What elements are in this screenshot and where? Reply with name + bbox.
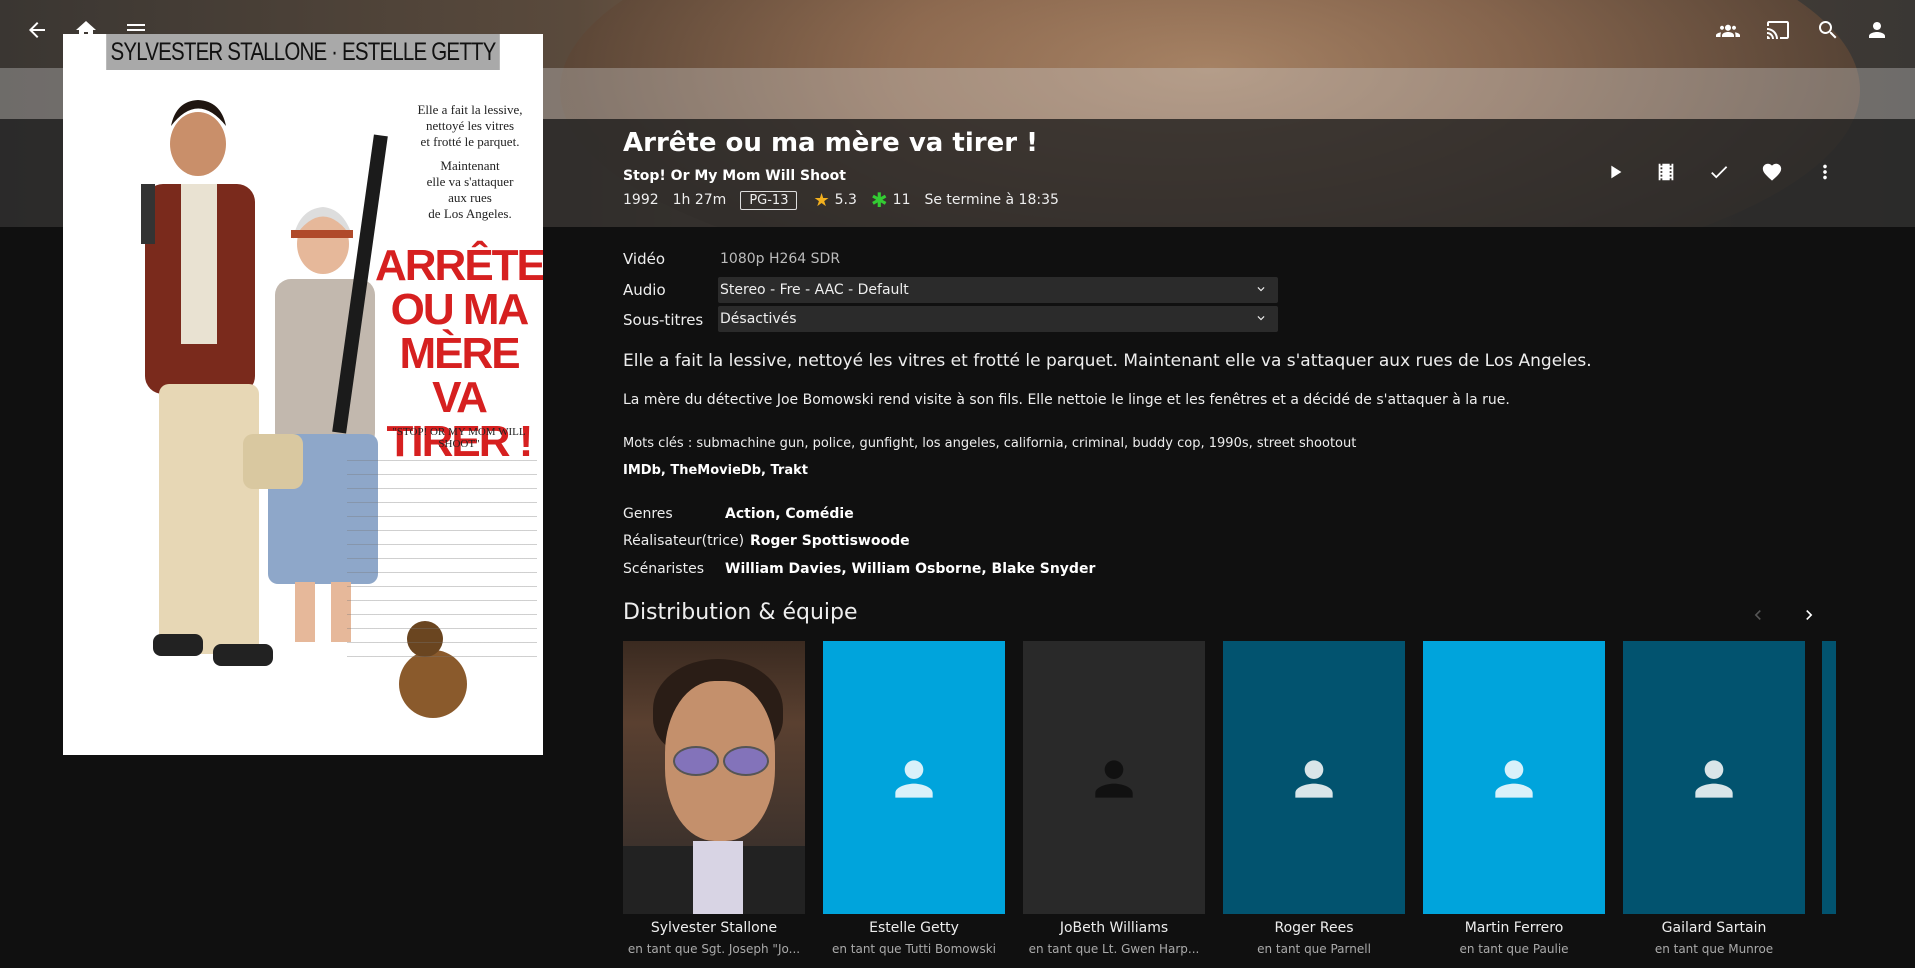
person-placeholder-icon xyxy=(1086,751,1142,807)
trailer-icon xyxy=(1658,163,1674,181)
audio-label: Audio xyxy=(623,281,666,299)
portrait-glasses-l xyxy=(673,746,719,776)
genres-label: Genres xyxy=(623,506,673,522)
cast-card-partial[interactable] xyxy=(1822,641,1836,914)
portrait-shirt xyxy=(693,841,743,914)
cast-name[interactable]: Gailard Sartain xyxy=(1614,920,1814,936)
cast-card[interactable] xyxy=(823,641,1005,914)
original-title: Stop! Or My Mom Will Shoot xyxy=(623,168,846,184)
external-links: IMDb, TheMovieDb, Trakt xyxy=(623,463,808,478)
item-tagline: Elle a fait la lessive, nettoyé les vitr… xyxy=(623,351,1592,371)
poster-credits-block xyxy=(347,460,537,670)
cast-name[interactable]: Sylvester Stallone xyxy=(614,920,814,936)
star-icon: ★ xyxy=(813,189,830,211)
cast-role: en tant que Munroe xyxy=(1654,942,1774,956)
cast-role: en tant que Parnell xyxy=(1257,942,1371,956)
audio-select-value: Stereo - Fre - AAC - Default xyxy=(720,282,909,298)
subtitles-label: Sous-titres xyxy=(623,311,704,329)
mark-played-button[interactable] xyxy=(1705,158,1733,186)
cast-name[interactable]: Estelle Getty xyxy=(814,920,1014,936)
critic-rating: 11 xyxy=(892,192,911,208)
person-placeholder-icon xyxy=(1486,751,1542,807)
syncplay-button[interactable] xyxy=(1710,12,1746,48)
chevron-down-icon xyxy=(1254,311,1268,325)
poster-tagline-line: Maintenant xyxy=(440,158,500,173)
cast-card[interactable] xyxy=(1223,641,1405,914)
cast-card[interactable] xyxy=(1623,641,1805,914)
item-overview: La mère du détective Joe Bomowski rend v… xyxy=(623,392,1510,408)
more-button[interactable] xyxy=(1811,158,1839,186)
imdb-link[interactable]: IMDb xyxy=(623,463,661,478)
poster-tagline-line: et frotté le parquet. xyxy=(420,134,520,149)
page-title: Arrête ou ma mère va tirer ! xyxy=(623,128,1038,158)
poster-tagline-line: aux rues xyxy=(448,190,492,205)
cast-name[interactable]: JoBeth Williams xyxy=(1014,920,1214,936)
end-time: Se termine à 18:35 xyxy=(924,192,1059,208)
poster-tagline-line: nettoyé les vitres xyxy=(425,118,515,133)
poster-tagline-line: de Los Angeles. xyxy=(428,206,512,221)
played-check-icon xyxy=(1711,166,1728,179)
video-value: 1080p H264 SDR xyxy=(720,251,841,267)
cast-name[interactable]: Martin Ferrero xyxy=(1414,920,1614,936)
director-label: Réalisateur(trice) xyxy=(623,533,745,549)
chevron-right-icon xyxy=(1806,610,1813,620)
community-rating: 5.3 xyxy=(834,192,857,208)
subtitles-select-value: Désactivés xyxy=(720,311,797,327)
poster-small-title: "STOP! OR MY MOM WILL SHOOT" xyxy=(392,426,526,450)
item-metadata: 1992 1h 27m PG-13 ★ 5.3 ✱ 11 Se termine … xyxy=(623,188,1073,212)
poster-tagline-line: Elle a fait la lessive, xyxy=(417,102,523,117)
cast-role: en tant que Paulie xyxy=(1459,942,1569,956)
cast-name[interactable]: Roger Rees xyxy=(1214,920,1414,936)
favorite-heart-icon xyxy=(1762,163,1782,181)
themoviedb-link[interactable]: TheMovieDb xyxy=(670,463,761,478)
writers-label: Scénaristes xyxy=(623,561,704,577)
cast-role: en tant que Lt. Gwen Harp... xyxy=(1028,942,1200,956)
person-placeholder-icon xyxy=(886,751,942,807)
play-icon xyxy=(1611,165,1622,179)
play-button[interactable] xyxy=(1601,158,1629,186)
cast-button[interactable] xyxy=(1760,12,1796,48)
chevron-left-icon xyxy=(1754,610,1761,620)
scroll-right-button[interactable] xyxy=(1796,602,1822,628)
cast-card[interactable] xyxy=(1423,641,1605,914)
subtitles-select[interactable]: Désactivés xyxy=(718,306,1278,332)
portrait-glasses-r xyxy=(723,746,769,776)
item-keywords: Mots clés : submachine gun, police, gunf… xyxy=(623,436,1357,451)
runtime: 1h 27m xyxy=(672,192,727,208)
director-value[interactable]: Roger Spottiswoode xyxy=(750,533,910,549)
user-button[interactable] xyxy=(1859,12,1895,48)
search-button[interactable] xyxy=(1810,12,1846,48)
back-button[interactable] xyxy=(19,12,55,48)
critic-splat-icon: ✱ xyxy=(870,188,888,212)
trakt-link[interactable]: Trakt xyxy=(770,463,807,478)
chevron-down-icon xyxy=(1254,282,1268,296)
movie-poster[interactable]: SYLVESTER STALLONE · ESTELLE GETTY Elle … xyxy=(63,34,543,755)
writers-value[interactable]: William Davies, William Osborne, Blake S… xyxy=(725,561,1095,577)
official-rating-badge: PG-13 xyxy=(740,190,798,210)
cast-role: en tant que Sgt. Joseph "Jo... xyxy=(627,942,801,956)
poster-tagline: Elle a fait la lessive, nettoyé les vitr… xyxy=(403,102,537,222)
favorite-button[interactable] xyxy=(1758,158,1786,186)
search-icon xyxy=(1819,21,1837,39)
cast-card[interactable] xyxy=(1023,641,1205,914)
audio-select[interactable]: Stereo - Fre - AAC - Default xyxy=(718,277,1278,303)
video-label: Vidéo xyxy=(623,250,666,268)
cast-icon xyxy=(1767,21,1789,39)
genres-value[interactable]: Action, Comédie xyxy=(725,506,854,522)
person-placeholder-icon xyxy=(1686,751,1742,807)
app-root: { "colors": { "accent": "#00a4dc", "dark… xyxy=(0,0,1915,968)
user-icon xyxy=(1869,22,1885,38)
more-vertical-icon xyxy=(1823,164,1827,180)
poster-tagline-line: elle va s'attaquer xyxy=(426,174,514,189)
person-placeholder-icon xyxy=(1286,751,1342,807)
scroll-left-button[interactable] xyxy=(1745,602,1771,628)
cast-role: en tant que Tutti Bomowski xyxy=(831,942,997,956)
back-arrow-icon xyxy=(29,22,45,38)
production-year: 1992 xyxy=(623,192,659,208)
trailer-button[interactable] xyxy=(1652,158,1680,186)
cast-card[interactable] xyxy=(623,641,805,914)
users-icon xyxy=(1716,24,1740,37)
cast-section-title: Distribution & équipe xyxy=(623,600,858,625)
